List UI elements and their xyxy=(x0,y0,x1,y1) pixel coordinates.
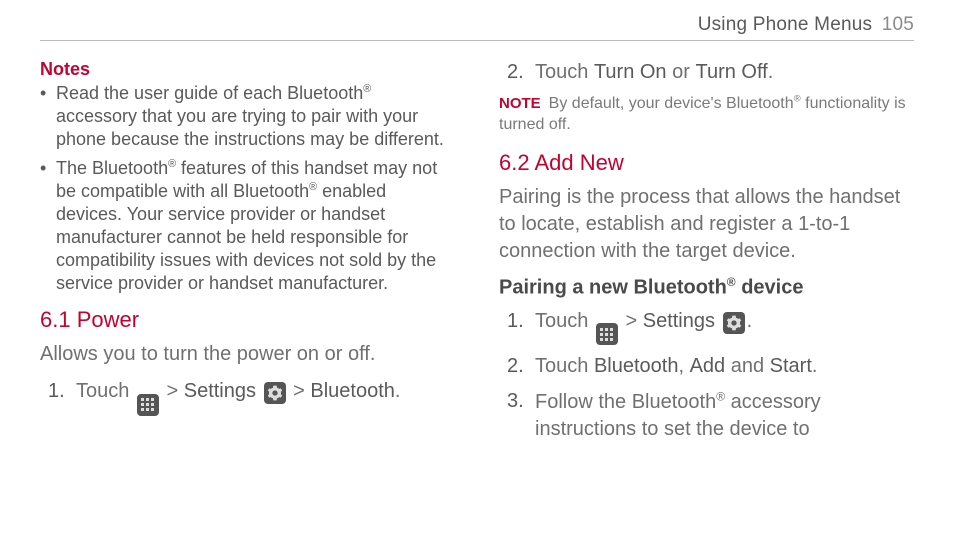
gear-icon xyxy=(264,382,286,404)
note-text: Read the user guide of each Bluetooth® a… xyxy=(56,83,444,149)
note-text: The Bluetooth® features of this handset … xyxy=(56,158,437,293)
step-text: . xyxy=(747,310,753,332)
step-item: 3. Follow the Bluetooth® accessory instr… xyxy=(499,388,914,443)
steps-6-1: 1. Touch > Settings > Bluetooth. xyxy=(40,378,455,416)
step-number: 2. xyxy=(507,59,524,86)
step-text: > xyxy=(620,310,643,332)
step-text: . xyxy=(812,355,818,377)
note-label: NOTE xyxy=(499,95,541,112)
note-item: The Bluetooth® features of this handset … xyxy=(40,157,455,295)
step-item: 1. Touch > Settings > Bluetooth. xyxy=(40,378,455,416)
step-text: or xyxy=(667,61,696,83)
bluetooth-label: Bluetooth xyxy=(310,380,395,402)
right-column: 2. Touch Turn On or Turn Off. NOTEBy def… xyxy=(499,59,914,451)
turn-off-label: Turn Off xyxy=(695,61,767,83)
page-header: Using Phone Menus 105 xyxy=(40,14,914,40)
step-number: 3. xyxy=(507,388,524,415)
left-column: Notes Read the user guide of each Blueto… xyxy=(40,59,455,451)
step-text: Touch xyxy=(535,61,594,83)
section-6-2-body: Pairing is the process that allows the h… xyxy=(499,184,914,265)
steps-6-2: 1. Touch > Settings . 2. Touch Bluetooth… xyxy=(499,308,914,443)
step-item: 2. Touch Turn On or Turn Off. xyxy=(499,59,914,86)
start-label: Start xyxy=(770,355,812,377)
step-text: Touch xyxy=(535,310,594,332)
section-6-2-heading: 6.2 Add New xyxy=(499,150,914,176)
step-text: > xyxy=(288,380,311,402)
page: Using Phone Menus 105 Notes Read the use… xyxy=(0,0,954,546)
step-text: Touch xyxy=(76,380,135,402)
header-title: Using Phone Menus xyxy=(698,14,873,35)
step-text: . xyxy=(768,61,774,83)
settings-label: Settings xyxy=(643,310,715,332)
step-text: and xyxy=(725,355,769,377)
apps-icon xyxy=(596,323,618,345)
header-divider xyxy=(40,40,914,41)
bluetooth-label: Bluetooth xyxy=(594,355,679,377)
settings-label: Settings xyxy=(184,380,256,402)
columns: Notes Read the user guide of each Blueto… xyxy=(40,59,914,451)
step-number: 1. xyxy=(48,378,65,405)
apps-icon xyxy=(137,394,159,416)
step-item: 1. Touch > Settings . xyxy=(499,308,914,346)
gear-icon xyxy=(723,312,745,334)
pairing-heading: Pairing a new Bluetooth® device xyxy=(499,275,914,300)
add-label: Add xyxy=(690,355,726,377)
step-item: 2. Touch Bluetooth, Add and Start. xyxy=(499,353,914,380)
turn-on-label: Turn On xyxy=(594,61,667,83)
step-text: , xyxy=(678,355,689,377)
step-number: 1. xyxy=(507,308,524,335)
step-text: . xyxy=(395,380,401,402)
notes-list: Read the user guide of each Bluetooth® a… xyxy=(40,82,455,295)
steps-6-1-cont: 2. Touch Turn On or Turn Off. xyxy=(499,59,914,86)
section-6-1-heading: 6.1 Power xyxy=(40,307,455,333)
inline-note: NOTEBy default, your device's Bluetooth®… xyxy=(499,94,914,136)
note-item: Read the user guide of each Bluetooth® a… xyxy=(40,82,455,151)
step-number: 2. xyxy=(507,353,524,380)
section-6-1-body: Allows you to turn the power on or off. xyxy=(40,341,455,368)
step-text: > xyxy=(161,380,184,402)
notes-heading: Notes xyxy=(40,59,455,80)
note-text: By default, your device's Bluetooth® fun… xyxy=(499,95,906,133)
step-text: Touch xyxy=(535,355,594,377)
step-text: Follow the Bluetooth® accessory instruct… xyxy=(535,391,821,440)
page-number: 105 xyxy=(882,14,914,35)
